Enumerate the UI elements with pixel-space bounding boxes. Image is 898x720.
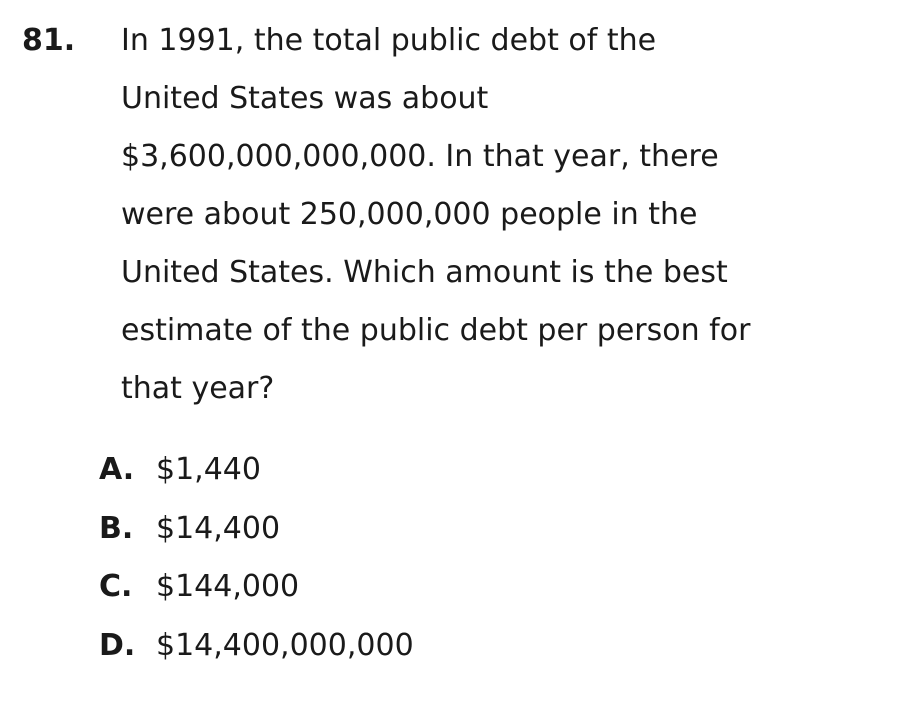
question-stem-line: $3,600,000,000,000. In that year, there <box>121 139 719 174</box>
option-text: $1,440 <box>156 452 261 487</box>
question-stem-line: United States was about <box>121 81 489 116</box>
option-letter: B. <box>99 510 134 546</box>
answer-option-c[interactable]: C. $144,000 <box>99 558 799 617</box>
option-text: $14,400 <box>156 510 281 546</box>
option-text: $14,400,000,000 <box>156 627 414 663</box>
question-stem-line: that year? <box>121 371 275 406</box>
question-stem-line: In 1991, the total public debt of the <box>121 23 657 58</box>
answer-options: A. $1,440 B. $14,400 C. $144,000 D. $14,400,… <box>99 441 799 675</box>
question-stem: In 1991, the total public debt of the Un… <box>121 12 841 418</box>
option-letter: A. <box>99 452 135 487</box>
option-letter: C. <box>99 569 133 604</box>
option-text: $144,000 <box>156 569 300 604</box>
question-stem-line: were about 250,000,000 people in the <box>121 197 698 232</box>
question-stem-line: estimate of the public debt per person f… <box>121 313 751 348</box>
question-stem-line: United States. Which amount is the best <box>121 255 728 290</box>
answer-option-d[interactable]: D. $14,400,000,000 <box>99 617 799 676</box>
answer-option-a[interactable]: A. $1,440 <box>99 441 799 500</box>
answer-option-b[interactable]: B. $14,400 <box>99 500 799 559</box>
question-number: 81. <box>22 23 76 58</box>
option-letter: D. <box>99 627 136 663</box>
